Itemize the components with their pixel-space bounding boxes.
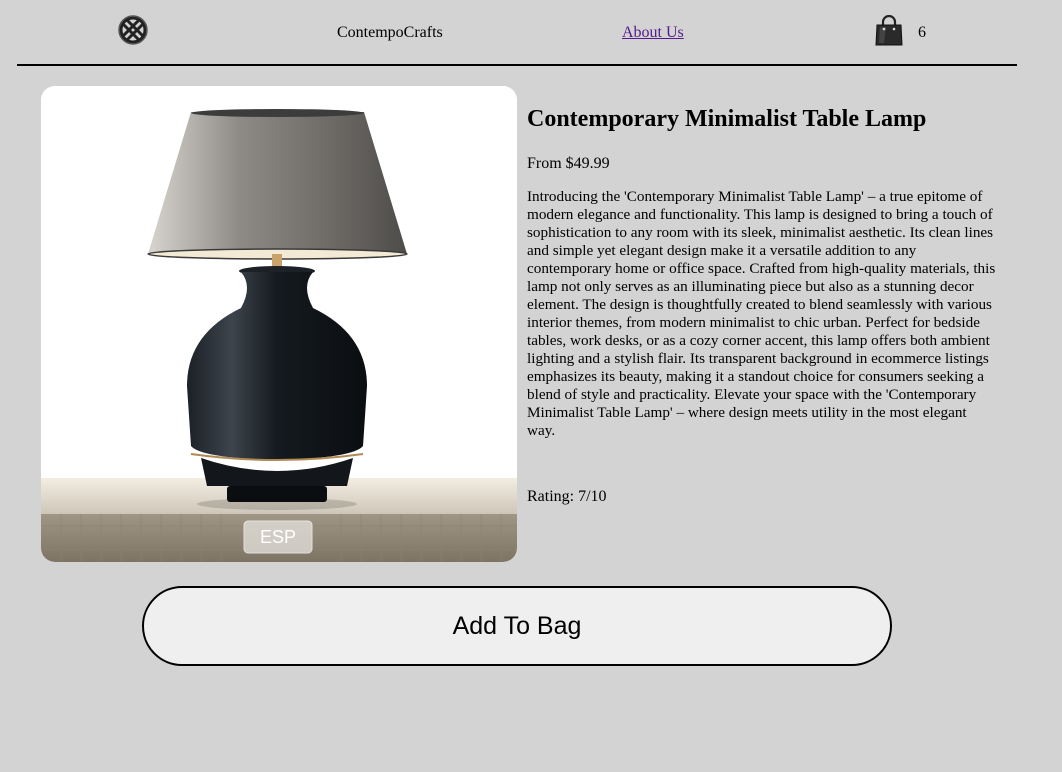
shopping-bag-icon[interactable] [874, 15, 904, 47]
bag-count-badge: 6 [918, 24, 926, 41]
site-header: ContempoCrafts About Us 6 [17, 0, 1017, 66]
product-rating: Rating: 7/10 [527, 488, 607, 505]
esp-watermark: ESP [260, 527, 296, 547]
product-description: Introducing the 'Contemporary Minimalist… [527, 188, 996, 439]
woven-knot-logo-icon[interactable] [117, 14, 149, 46]
product-image: ESP [41, 86, 517, 562]
brand-name: ContempoCrafts [337, 24, 443, 41]
product-price: From $49.99 [527, 155, 610, 172]
product-info: Contemporary Minimalist Table Lamp From … [527, 104, 997, 440]
product-title: Contemporary Minimalist Table Lamp [527, 106, 927, 132]
add-to-bag-button[interactable]: Add To Bag [142, 586, 892, 666]
about-us-link[interactable]: About Us [622, 24, 684, 42]
